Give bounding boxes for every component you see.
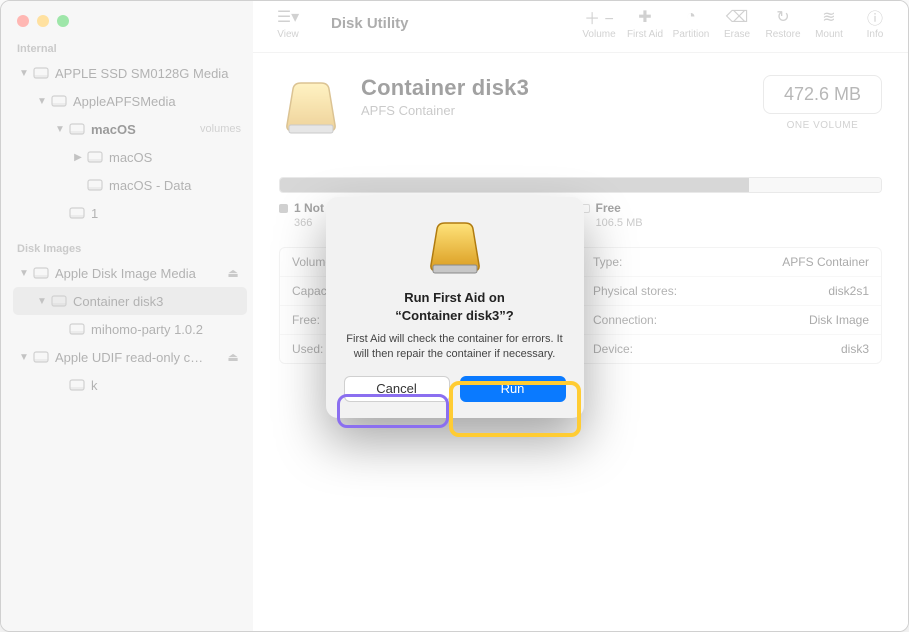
dialog-body: First Aid will check the container for e… — [344, 332, 566, 362]
first-aid-dialog: Run First Aid on“Container disk3”? First… — [326, 197, 584, 418]
disk-utility-window: Internal ▼APPLE SSD SM0128G Media▼AppleA… — [0, 0, 909, 632]
modal-overlay: Run First Aid on“Container disk3”? First… — [1, 1, 908, 631]
run-button[interactable]: Run — [460, 376, 566, 402]
cancel-button[interactable]: Cancel — [344, 376, 450, 402]
first-aid-disk-icon — [423, 215, 487, 279]
dialog-title: Run First Aid on“Container disk3”? — [395, 289, 513, 324]
